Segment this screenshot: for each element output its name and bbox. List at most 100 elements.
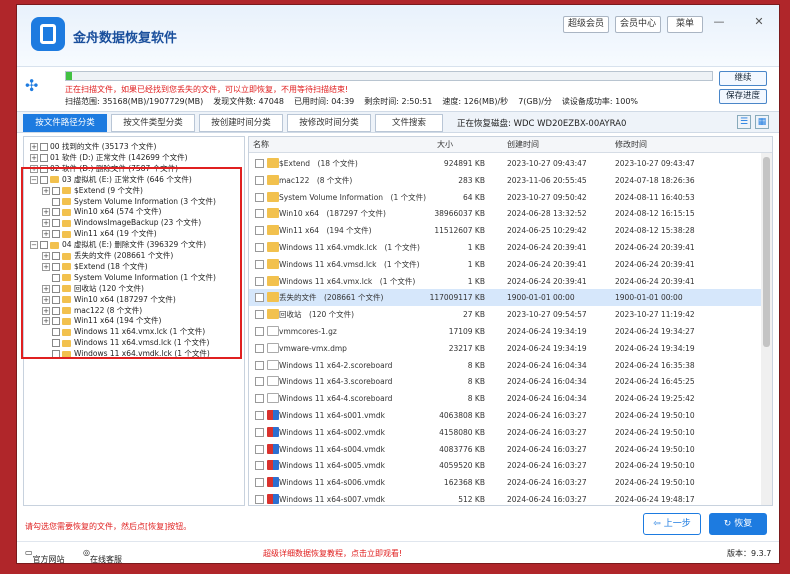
found-count: 发现文件数: 47048 bbox=[213, 97, 284, 106]
col-name[interactable]: 名称 bbox=[253, 139, 269, 150]
file-row[interactable]: Windows 11 x64-s005.vmdk 4059520 KB 2024-0… bbox=[249, 457, 761, 474]
file-row[interactable]: mac122 (8 个文件) 283 KB 2023-11-06 20:55:45 2… bbox=[249, 172, 761, 189]
official-site-link[interactable]: ▭ 官方网站 bbox=[25, 548, 65, 563]
file-row[interactable]: Windows 11 x64-4.scoreboard 8 KB 2024-06-2… bbox=[249, 390, 761, 407]
online-service-link[interactable]: ◎ 在线客服 bbox=[83, 548, 122, 563]
file-modified: 2024-06-24 19:50:10 bbox=[615, 427, 695, 437]
tree-node[interactable]: +01 软件 (D:) 正常文件 (142699 个文件) bbox=[30, 152, 188, 163]
grid-view-icon[interactable]: ▦ bbox=[755, 115, 769, 129]
row-checkbox[interactable] bbox=[255, 444, 264, 454]
continue-button[interactable]: 继续 bbox=[719, 71, 767, 86]
row-checkbox[interactable] bbox=[255, 377, 264, 387]
file-created: 2024-06-28 13:32:52 bbox=[507, 209, 587, 219]
file-row[interactable]: Win11 x64 (194 个文件) 11512607 KB 2024-06-25… bbox=[249, 222, 761, 239]
row-checkbox[interactable] bbox=[255, 461, 264, 471]
file-row[interactable]: 回收站 (120 个文件) 27 KB 2023-10-27 09:54:57 202… bbox=[249, 306, 761, 323]
tree-checkbox[interactable] bbox=[40, 153, 48, 162]
folder-icon bbox=[267, 225, 279, 236]
menu-button[interactable]: 菜单 bbox=[667, 16, 703, 33]
expand-icon[interactable]: + bbox=[30, 153, 38, 162]
tutorial-link[interactable]: 超级详细数据恢复教程，点击立即观看! bbox=[263, 548, 402, 559]
file-modified: 2024-06-24 20:39:41 bbox=[615, 259, 695, 269]
file-created: 2024-06-24 16:03:27 bbox=[507, 478, 587, 488]
row-checkbox[interactable] bbox=[255, 327, 264, 336]
file-modified: 2023-10-27 09:43:47 bbox=[615, 159, 695, 168]
file-created: 2024-06-24 19:34:19 bbox=[507, 343, 587, 353]
row-checkbox[interactable] bbox=[255, 411, 264, 420]
list-view-icon[interactable]: ☰ bbox=[737, 115, 751, 129]
file-row[interactable]: Windows 11 x64-s007.vmdk 512 KB 2024-06-24… bbox=[249, 491, 761, 505]
col-size[interactable]: 大小 bbox=[437, 139, 453, 150]
file-row[interactable]: Windows 11 x64-s001.vmdk 4063808 KB 2024-0… bbox=[249, 407, 761, 424]
file-row[interactable]: Windows 11 x64-3.scoreboard 8 KB 2024-06-2… bbox=[249, 373, 761, 390]
row-checkbox[interactable] bbox=[255, 276, 264, 286]
speed-mb: 速度: 126(MB)/秒 bbox=[442, 97, 509, 106]
tab-file-search[interactable]: 文件搜索 bbox=[375, 114, 443, 132]
file-row[interactable]: Windows 11 x64-s006.vmdk 162368 KB 2024-06… bbox=[249, 474, 761, 491]
vmdk-file-icon bbox=[267, 426, 279, 437]
row-checkbox[interactable] bbox=[255, 310, 264, 320]
file-name: Windows 11 x64.vmdk.lck (1 个文件) bbox=[279, 243, 420, 252]
file-created: 2024-06-24 16:04:34 bbox=[507, 394, 587, 404]
row-checkbox[interactable] bbox=[255, 226, 264, 236]
file-row[interactable]: System Volume Information (1 个文件) 64 KB 20… bbox=[249, 189, 761, 206]
row-checkbox[interactable] bbox=[255, 209, 264, 219]
recover-button[interactable]: ↻ 恢复 bbox=[709, 513, 767, 535]
tree-checkbox[interactable] bbox=[40, 143, 48, 151]
col-modified[interactable]: 修改时间 bbox=[615, 139, 647, 150]
tab-by-modified[interactable]: 按修改时间分类 bbox=[287, 114, 371, 132]
file-modified: 2023-10-27 11:19:42 bbox=[615, 310, 695, 320]
close-icon[interactable]: ✕ bbox=[751, 14, 767, 30]
tab-by-created[interactable]: 按创建时间分类 bbox=[199, 114, 283, 132]
row-checkbox[interactable] bbox=[255, 394, 264, 404]
expand-icon[interactable]: + bbox=[30, 143, 38, 151]
file-row[interactable]: vmware-vmx.dmp 23217 KB 2024-06-24 19:34:1… bbox=[249, 340, 761, 357]
member-center-button[interactable]: 会员中心 bbox=[615, 16, 661, 33]
row-checkbox[interactable] bbox=[255, 175, 264, 185]
minimize-icon[interactable]: — bbox=[711, 14, 727, 30]
file-created: 2024-06-24 16:03:27 bbox=[507, 444, 587, 454]
row-checkbox[interactable] bbox=[255, 343, 264, 353]
file-row[interactable]: Windows 11 x64-s004.vmdk 4083776 KB 2024-0… bbox=[249, 441, 761, 458]
row-checkbox[interactable] bbox=[255, 243, 264, 252]
file-name: Windows 11 x64-s005.vmdk bbox=[279, 461, 385, 471]
tree-node[interactable]: +00 找到的文件 (35173 个文件) bbox=[30, 141, 156, 152]
row-checkbox[interactable] bbox=[255, 360, 264, 370]
row-checkbox[interactable] bbox=[255, 293, 264, 303]
vertical-scrollbar[interactable] bbox=[761, 153, 772, 505]
folder-icon bbox=[267, 158, 279, 168]
row-checkbox[interactable] bbox=[255, 259, 264, 269]
row-checkbox[interactable] bbox=[255, 478, 264, 488]
row-checkbox[interactable] bbox=[255, 192, 264, 202]
category-tabs: 按文件路径分类 按文件类型分类 按创建时间分类 按修改时间分类 文件搜索 正在恢… bbox=[17, 111, 779, 133]
file-row[interactable]: Win10 x64 (187297 个文件) 38966037 KB 2024-06… bbox=[249, 205, 761, 222]
recovering-disk: 正在恢复磁盘: WDC WD20EZBX-00AYRA0 bbox=[457, 119, 627, 129]
row-checkbox[interactable] bbox=[255, 159, 264, 168]
file-size: 117009117 KB bbox=[429, 293, 485, 303]
file-row[interactable]: Windows 11 x64.vmsd.lck (1 个文件) 1 KB 2024-… bbox=[249, 256, 761, 273]
scan-message: 正在扫描文件，如果已经找到您丢失的文件，可以立即恢复，不用等待扫描结束! bbox=[65, 85, 349, 94]
scan-range: 扫描范围: 35168(MB)/1907729(MB) bbox=[65, 97, 204, 106]
vmdk-file-icon bbox=[267, 494, 279, 504]
file-row[interactable]: vmmcores-1.gz 17109 KB 2024-06-24 19:34:19… bbox=[249, 323, 761, 340]
file-row[interactable]: Windows 11 x64-s002.vmdk 4158080 KB 2024-0… bbox=[249, 424, 761, 441]
prev-step-button[interactable]: ⇦ 上一步 bbox=[643, 513, 701, 535]
tab-by-type[interactable]: 按文件类型分类 bbox=[111, 114, 195, 132]
file-icon bbox=[267, 359, 279, 370]
row-checkbox[interactable] bbox=[255, 495, 264, 504]
file-row[interactable]: Windows 11 x64.vmdk.lck (1 个文件) 1 KB 2024-… bbox=[249, 239, 761, 256]
file-row[interactable]: 丢失的文件 (208661 个文件) 117009117 KB 1900-01-01… bbox=[249, 289, 761, 307]
vip-button[interactable]: 超级会员 bbox=[563, 16, 609, 33]
file-row[interactable]: Windows 11 x64-2.scoreboard 8 KB 2024-06-2… bbox=[249, 357, 761, 374]
row-checkbox[interactable] bbox=[255, 427, 264, 437]
scan-progress-fill bbox=[66, 72, 73, 80]
file-row[interactable]: $Extend (18 个文件) 924891 KB 2023-10-27 09:4… bbox=[249, 155, 761, 172]
col-created[interactable]: 创建时间 bbox=[507, 139, 539, 150]
file-row[interactable]: Windows 11 x64.vmx.lck (1 个文件) 1 KB 2024-0… bbox=[249, 273, 761, 290]
file-modified: 2024-06-24 19:50:10 bbox=[615, 411, 695, 420]
file-created: 2023-10-27 09:50:42 bbox=[507, 192, 587, 202]
file-name: Windows 11 x64-3.scoreboard bbox=[279, 377, 393, 387]
save-progress-button[interactable]: 保存进度 bbox=[719, 89, 767, 104]
tab-by-path[interactable]: 按文件路径分类 bbox=[23, 114, 107, 132]
file-size: 924891 KB bbox=[443, 159, 485, 168]
